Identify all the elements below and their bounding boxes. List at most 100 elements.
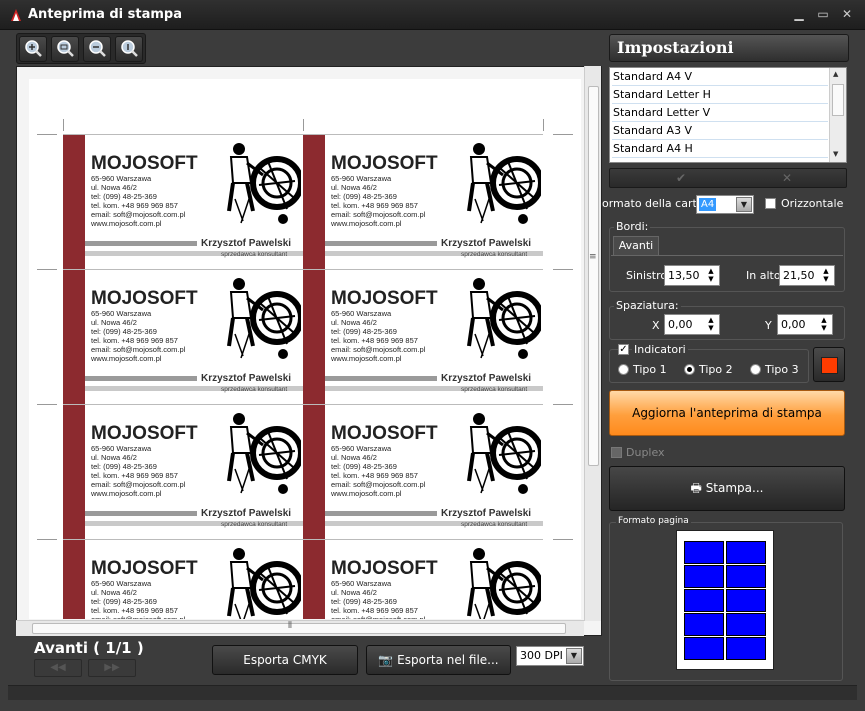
landscape-checkbox[interactable] — [765, 198, 776, 209]
business-card: MOJOSOFT 65-960 Warszawa ul. Nowa 46/2 tel:… — [303, 404, 543, 539]
maximize-icon[interactable]: ▭ — [814, 6, 832, 22]
card-address-line: 65-960 Warszawa — [91, 579, 152, 588]
card-bar — [325, 376, 437, 381]
card-address-line: 65-960 Warszawa — [91, 309, 152, 318]
card-address-line: tel. kom. +48 969 969 857 — [331, 201, 418, 210]
crop-mark — [553, 539, 573, 540]
close-icon[interactable]: ✕ — [838, 6, 856, 22]
card-bar — [325, 241, 437, 246]
next-page-button[interactable]: ▶▶ — [88, 659, 136, 677]
paper-format-label: ormato della carta — [602, 197, 704, 210]
paper-format-select[interactable]: A4 ▼ — [696, 195, 754, 214]
card-address-line: ul. Nowa 46/2 — [91, 588, 137, 597]
list-item[interactable]: Standard A3 V — [612, 122, 828, 140]
list-item[interactable]: Standard A4 H — [612, 140, 828, 158]
grip-icon: ≡ — [589, 252, 597, 262]
paper-format-list[interactable]: ▲ ▼ Standard A4 V Standard Letter H Standa… — [609, 67, 847, 163]
card-address-line: tel. kom. +48 969 969 857 — [91, 336, 178, 345]
indicators-checkbox[interactable]: ✓ — [618, 344, 629, 355]
scroll-thumb[interactable] — [32, 623, 566, 634]
business-card: MOJOSOFT 65-960 Warszawa ul. Nowa 46/2 tel:… — [303, 269, 543, 404]
list-item[interactable]: Standard Letter H — [612, 86, 828, 104]
spacing-group-label: Spaziatura: — [614, 299, 681, 312]
type1-radio[interactable] — [618, 364, 629, 375]
business-card: MOJOSOFT 65-960 Warszawa ul. Nowa 46/2 tel:… — [63, 539, 303, 619]
scroll-thumb[interactable] — [588, 86, 599, 466]
top-margin-input[interactable]: 21,50 ▲ ▼ — [779, 265, 835, 286]
page-format-cell — [726, 565, 766, 588]
zoom-out-button[interactable] — [83, 36, 111, 62]
duplex-label: Duplex — [626, 446, 665, 459]
card-address-line: www.mojosoft.com.pl — [331, 219, 402, 228]
page-format-cell — [684, 637, 724, 660]
card-bar — [325, 511, 437, 516]
card-address-line: 65-960 Warszawa — [331, 174, 392, 183]
card-company: MOJOSOFT — [331, 153, 438, 174]
cancel-icon[interactable]: ✕ — [782, 171, 792, 185]
zoom-out-icon — [89, 40, 106, 57]
print-preview[interactable]: MOJOSOFT 65-960 Warszawa ul. Nowa 46/2 tel:… — [16, 66, 602, 636]
list-item[interactable]: Standard A4 V — [612, 68, 828, 86]
chevron-down-icon[interactable]: ▼ — [566, 648, 582, 664]
zoom-fit-button[interactable] — [51, 36, 79, 62]
list-scrollbar[interactable]: ▲ ▼ — [829, 68, 846, 162]
spacing-y-input[interactable]: 0,00 ▲ ▼ — [777, 314, 833, 335]
spin-arrows-icon[interactable]: ▲ ▼ — [705, 316, 717, 333]
zoom-actual-button[interactable] — [115, 36, 143, 62]
spin-arrows-icon[interactable]: ▲ ▼ — [705, 267, 717, 284]
type3-radio[interactable] — [750, 364, 761, 375]
export-file-button[interactable]: 📷 Esporta nel file... — [366, 645, 511, 675]
page-format-cell — [684, 613, 724, 636]
card-address-line: tel. kom. +48 969 969 857 — [91, 471, 178, 480]
chevron-down-icon[interactable]: ▼ — [736, 197, 752, 212]
duplex-checkbox[interactable] — [611, 447, 622, 458]
card-address-line: tel. kom. +48 969 969 857 — [91, 606, 178, 615]
preview-horizontal-scrollbar[interactable]: ⦀ — [16, 620, 584, 636]
export-cmyk-button[interactable]: Esporta CMYK — [212, 645, 358, 675]
crop-mark — [543, 119, 544, 131]
spin-arrows-icon[interactable]: ▲ ▼ — [820, 267, 832, 284]
tab-divider — [611, 255, 843, 256]
zoom-actual-icon — [121, 40, 138, 57]
type2-radio[interactable] — [684, 364, 695, 375]
tab-front[interactable]: Avanti — [613, 236, 659, 256]
card-person-role: sprzedawca konsultant — [461, 386, 528, 393]
scroll-thumb[interactable] — [832, 84, 844, 116]
card-stripe — [63, 135, 85, 269]
borders-group-label: Bordi: — [614, 220, 651, 233]
left-margin-input[interactable]: 13,50 ▲ ▼ — [664, 265, 720, 286]
spin-arrows-icon[interactable]: ▲ ▼ — [818, 316, 830, 333]
card-address-line: email: soft@mojosoft.com.pl — [91, 345, 186, 354]
window-title: Anteprima di stampa — [28, 7, 183, 22]
prev-page-button[interactable]: ◀◀ — [34, 659, 82, 677]
card-company: MOJOSOFT — [91, 558, 198, 579]
worker-illustration — [467, 143, 541, 224]
page-format-cell — [726, 541, 766, 564]
indicator-color-button[interactable] — [813, 347, 845, 382]
print-button[interactable]: 🖶 Stampa... — [609, 466, 845, 511]
spacing-x-label: X — [652, 319, 660, 332]
scroll-up-icon[interactable]: ▲ — [833, 70, 838, 78]
top-margin-value: 21,50 — [783, 269, 815, 282]
dpi-select[interactable]: 300 DPI ▼ — [516, 646, 584, 666]
zoom-in-button[interactable] — [19, 36, 47, 62]
minimize-icon[interactable]: ▁ — [790, 6, 808, 22]
card-address-line: tel. kom. +48 969 969 857 — [331, 336, 418, 345]
page-format-label: Formato pagina — [616, 516, 691, 526]
preview-vertical-scrollbar[interactable]: ≡ — [584, 66, 601, 621]
confirm-icon[interactable]: ✔ — [676, 171, 686, 185]
card-person-name: Krzysztof Pawelski — [201, 508, 292, 519]
scroll-down-icon[interactable]: ▼ — [833, 150, 838, 158]
refresh-preview-button[interactable]: Aggiorna l'anteprima di stampa — [609, 390, 845, 436]
zoom-fit-icon — [57, 40, 74, 57]
card-person-role: sprzedawca konsultant — [461, 521, 528, 528]
page-format-cell — [726, 613, 766, 636]
crop-mark — [37, 269, 57, 270]
card-address-line: email: soft@mojosoft.com.pl — [331, 210, 426, 219]
zoom-in-icon — [25, 40, 42, 57]
card-address-line: ul. Nowa 46/2 — [331, 183, 377, 192]
title-bar: Anteprima di stampa ▁ ▭ ✕ — [0, 0, 865, 30]
spacing-x-input[interactable]: 0,00 ▲ ▼ — [664, 314, 720, 335]
card-address-line: tel: (099) 48-25-369 — [331, 192, 397, 201]
list-item[interactable]: Standard Letter V — [612, 104, 828, 122]
